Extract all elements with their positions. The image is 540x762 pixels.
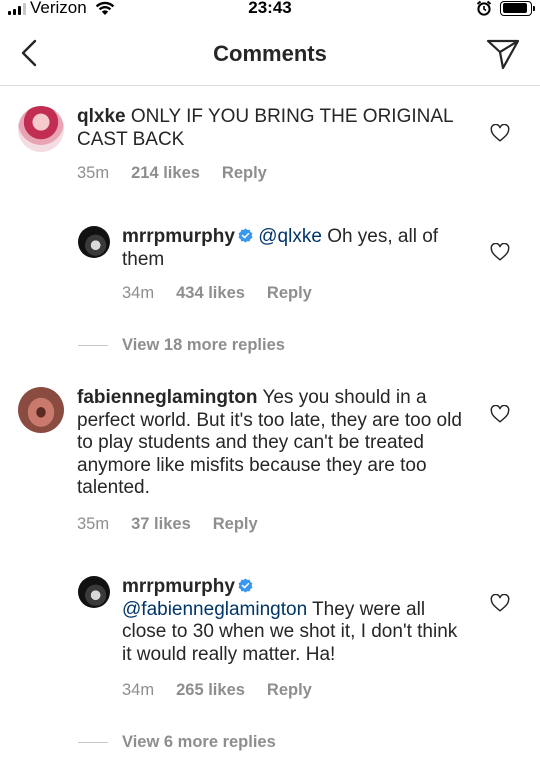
battery-icon xyxy=(500,0,535,16)
divider-line xyxy=(78,742,108,743)
nav-bar: Comments xyxy=(0,22,540,86)
reply-body: mrrpmurphy @qlxke Oh yes, all of them xyxy=(122,226,462,271)
comment-username[interactable]: qlxke xyxy=(77,106,126,127)
paper-plane-icon[interactable] xyxy=(486,38,520,70)
reply-username[interactable]: mrrpmurphy xyxy=(122,226,235,247)
page-title: Comments xyxy=(213,41,327,66)
reply-button[interactable]: Reply xyxy=(267,681,312,700)
reply-time: 34m xyxy=(122,284,155,302)
reply-button[interactable]: Reply xyxy=(267,284,312,303)
mention-link[interactable]: @fabienneglamington xyxy=(122,599,307,620)
comment-meta: 35m 37 likes Reply xyxy=(77,515,258,534)
like-count[interactable]: 214 likes xyxy=(131,164,200,183)
status-bar: Verizon 23:43 xyxy=(0,0,540,22)
alarm-clock-icon xyxy=(476,0,492,16)
reply-username[interactable]: mrrpmurphy xyxy=(122,576,235,597)
reply-body: mrrpmurphy @fabienneglamington They were… xyxy=(122,576,462,666)
reply-button[interactable]: Reply xyxy=(213,515,258,534)
like-heart-icon[interactable] xyxy=(490,405,510,423)
like-count[interactable]: 434 likes xyxy=(176,284,245,303)
avatar[interactable] xyxy=(18,387,64,433)
status-time: 23:43 xyxy=(248,0,292,17)
like-count[interactable]: 37 likes xyxy=(131,515,191,534)
like-heart-icon[interactable] xyxy=(490,243,510,261)
view-more-replies-label: View 18 more replies xyxy=(122,336,285,354)
avatar[interactable] xyxy=(18,106,64,152)
verified-badge-icon xyxy=(238,578,253,593)
comment-time: 35m xyxy=(77,515,110,533)
avatar[interactable] xyxy=(78,226,110,258)
reply-time: 34m xyxy=(122,681,155,699)
like-heart-icon[interactable] xyxy=(490,594,510,612)
mention-link[interactable]: @qlxke xyxy=(258,226,322,247)
comment-time: 35m xyxy=(77,164,110,182)
battery-level xyxy=(502,3,528,13)
reply-button[interactable]: Reply xyxy=(222,164,267,183)
view-more-replies-button[interactable]: View 6 more replies xyxy=(78,733,276,752)
reply-meta: 34m 434 likes Reply xyxy=(122,284,312,303)
comment-username[interactable]: fabienneglamington xyxy=(77,387,258,408)
reply-meta: 34m 265 likes Reply xyxy=(122,681,312,700)
view-more-replies-label: View 6 more replies xyxy=(122,733,276,751)
view-more-replies-button[interactable]: View 18 more replies xyxy=(78,336,285,355)
like-heart-icon[interactable] xyxy=(490,124,510,142)
comment-meta: 35m 214 likes Reply xyxy=(77,164,267,183)
avatar[interactable] xyxy=(78,576,110,608)
comment-text: ONLY IF YOU BRING THE ORIGINAL CAST BACK xyxy=(77,106,453,150)
comment-body: qlxke ONLY IF YOU BRING THE ORIGINAL CAS… xyxy=(77,106,457,151)
verified-badge-icon xyxy=(238,228,253,243)
like-count[interactable]: 265 likes xyxy=(176,681,245,700)
status-right xyxy=(476,0,535,16)
comment-body: fabienneglamington Yes you should in a p… xyxy=(77,387,467,500)
divider-line xyxy=(78,345,108,346)
